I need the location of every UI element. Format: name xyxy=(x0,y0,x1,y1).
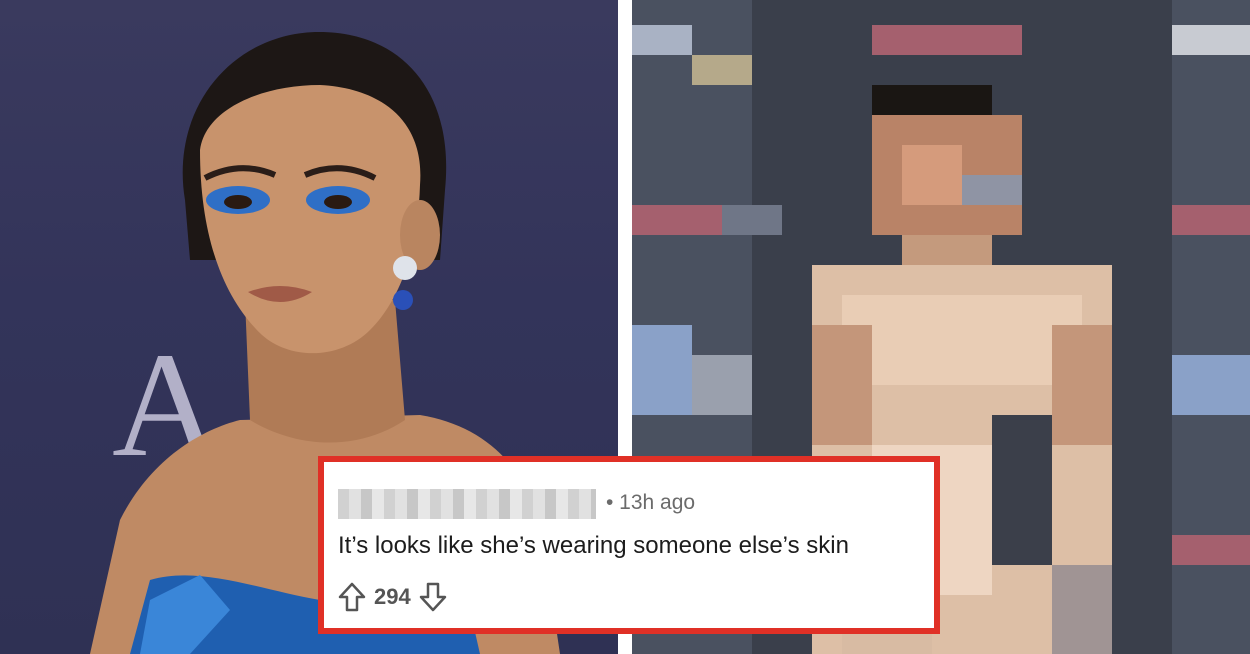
reddit-comment-card: • 13h ago It’s looks like she’s wearing … xyxy=(318,456,940,634)
upvote-arrow-icon[interactable] xyxy=(338,582,366,612)
vote-count: 294 xyxy=(374,584,411,609)
comment-timestamp: • 13h ago xyxy=(606,491,696,514)
earring xyxy=(393,256,417,280)
comment-text: It’s looks like she’s wearing someone el… xyxy=(338,532,849,559)
downvote-arrow-icon[interactable] xyxy=(419,582,447,612)
vote-row: 294 xyxy=(338,580,447,614)
blurred-username xyxy=(338,489,596,519)
pixel-hair xyxy=(872,85,992,115)
